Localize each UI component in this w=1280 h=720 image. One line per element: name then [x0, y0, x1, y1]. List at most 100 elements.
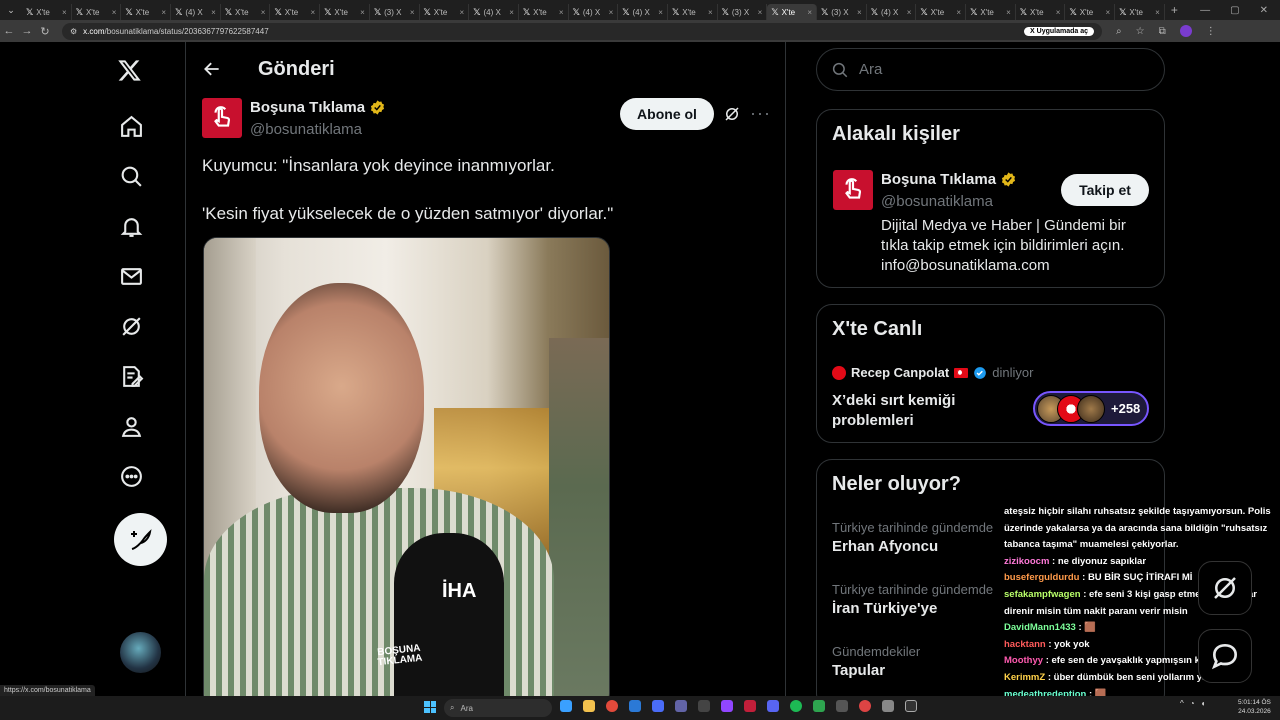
tab-close-icon[interactable]: ×	[857, 8, 862, 17]
forward-nav-icon[interactable]: →	[18, 25, 36, 37]
app-icon[interactable]	[859, 700, 871, 712]
browser-tab[interactable]: 𝕏 X'te ×	[767, 4, 817, 20]
chrome-icon[interactable]	[606, 700, 618, 712]
explore-search-icon[interactable]	[118, 163, 144, 189]
app-icon[interactable]	[836, 700, 848, 712]
url-field[interactable]: ⚙ x.com/bosunatiklama/status/20363677976…	[62, 22, 1102, 40]
profile-avatar[interactable]	[1179, 25, 1192, 37]
subscribe-button[interactable]: Abone ol	[620, 98, 714, 130]
tab-close-icon[interactable]: ×	[559, 8, 564, 17]
extensions-icon[interactable]: ⧉	[1159, 26, 1166, 37]
tab-close-icon[interactable]: ×	[211, 8, 216, 17]
tab-close-icon[interactable]: ×	[807, 8, 812, 17]
tab-close-icon[interactable]: ×	[410, 8, 415, 17]
browser-tab[interactable]: 𝕏 (4) X ×	[569, 4, 619, 20]
copilot-icon[interactable]	[560, 700, 572, 712]
browser-tab[interactable]: 𝕏 (3) X ×	[817, 4, 867, 20]
related-name[interactable]: Boşuna Tıklama	[881, 171, 1017, 188]
site-info-icon[interactable]: ⚙	[70, 27, 77, 36]
browser-tab[interactable]: 𝕏 (4) X ×	[867, 4, 917, 20]
tray-chevron-icon[interactable]: ^	[1180, 699, 1184, 708]
author-handle[interactable]: @bosunatiklama	[250, 121, 362, 138]
account-avatar[interactable]	[120, 632, 161, 673]
close-window-icon[interactable]: ✕	[1260, 5, 1268, 16]
trend-item[interactable]: Türkiye tarihinde gündemde İran Türkiye'…	[832, 582, 993, 617]
tab-close-icon[interactable]: ×	[907, 8, 912, 17]
tab-close-icon[interactable]: ×	[708, 8, 713, 17]
browser-tab[interactable]: 𝕏 X'te ×	[221, 4, 271, 20]
tab-close-icon[interactable]: ×	[1006, 8, 1011, 17]
browser-tab[interactable]: 𝕏 (4) X ×	[171, 4, 221, 20]
tab-close-icon[interactable]: ×	[956, 8, 961, 17]
app-icon[interactable]	[698, 700, 710, 712]
x-logo-icon[interactable]	[116, 57, 142, 83]
tab-close-icon[interactable]: ×	[1155, 8, 1160, 17]
system-clock[interactable]: 5:01:14 ÖS 24.03.2026	[1238, 698, 1271, 716]
browser-tab[interactable]: 𝕏 X'te ×	[420, 4, 470, 20]
browser-tab[interactable]: 𝕏 X'te ×	[916, 4, 967, 20]
browser-menu-icon[interactable]: ⋮	[1206, 26, 1216, 37]
back-nav-icon[interactable]: ←	[0, 25, 18, 37]
tab-close-icon[interactable]: ×	[758, 8, 763, 17]
trend-item[interactable]: Türkiye tarihinde gündemde Erhan Afyoncu	[832, 520, 993, 555]
articles-edit-icon[interactable]	[118, 363, 144, 389]
taskbar-search[interactable]: ⌕ Ara	[444, 699, 552, 717]
windows-start-icon[interactable]	[424, 701, 436, 713]
live-on-x-card[interactable]: X'te Canlı Recep Canpolat dinliyor X’dek…	[816, 304, 1165, 443]
teams-icon[interactable]	[675, 700, 687, 712]
back-arrow-icon[interactable]	[202, 59, 222, 79]
search-input[interactable]: Ara	[816, 48, 1165, 91]
live-listeners[interactable]: +258	[1033, 391, 1149, 426]
volume-icon[interactable]: ◖	[1201, 699, 1206, 708]
author-name[interactable]: Boşuna Tıklama	[250, 99, 386, 116]
tweet-video[interactable]: İHA BOŞUNA TIKLAMA	[203, 237, 610, 696]
home-icon[interactable]	[118, 113, 144, 139]
tab-close-icon[interactable]: ×	[310, 8, 315, 17]
browser-tab[interactable]: 𝕏 X'te ×	[1016, 4, 1066, 20]
edge-icon[interactable]	[652, 700, 664, 712]
tab-close-icon[interactable]: ×	[261, 8, 266, 17]
twitch-icon[interactable]	[721, 700, 733, 712]
tab-close-icon[interactable]: ×	[161, 8, 166, 17]
profile-icon[interactable]	[118, 413, 144, 439]
discord-icon[interactable]	[767, 700, 779, 712]
messages-floating-button[interactable]	[1198, 629, 1252, 683]
tab-close-icon[interactable]: ×	[509, 8, 514, 17]
browser-tab[interactable]: 𝕏 X'te ×	[1065, 4, 1116, 20]
grok-floating-button[interactable]	[1198, 561, 1252, 615]
zoom-icon[interactable]: ⌕	[1116, 26, 1122, 37]
app-icon[interactable]	[744, 700, 756, 712]
author-avatar[interactable]	[202, 98, 242, 138]
tab-close-icon[interactable]: ×	[460, 8, 465, 17]
related-handle[interactable]: @bosunatiklama	[881, 193, 993, 210]
obs-icon[interactable]	[905, 700, 917, 712]
tab-search-icon[interactable]: ⌄	[0, 0, 22, 20]
messages-mail-icon[interactable]	[118, 263, 144, 289]
bookmark-star-icon[interactable]: ☆	[1136, 26, 1145, 37]
app-icon[interactable]	[882, 700, 894, 712]
tab-close-icon[interactable]: ×	[609, 8, 614, 17]
browser-tab[interactable]: 𝕏 X'te ×	[1115, 4, 1165, 20]
browser-tab[interactable]: 𝕏 X'te ×	[519, 4, 569, 20]
app-icon[interactable]	[813, 700, 825, 712]
tab-close-icon[interactable]: ×	[360, 8, 365, 17]
grok-icon[interactable]	[118, 313, 144, 339]
tab-close-icon[interactable]: ×	[658, 8, 663, 17]
maximize-icon[interactable]: ▢	[1230, 5, 1239, 16]
more-options-icon[interactable]	[118, 463, 144, 489]
browser-tab[interactable]: 𝕏 X'te ×	[121, 4, 172, 20]
open-in-app-button[interactable]: X Uygulamada aç	[1024, 26, 1094, 36]
browser-tab[interactable]: 𝕏 X'te ×	[270, 4, 321, 20]
more-options-icon[interactable]: ···	[750, 104, 771, 122]
file-explorer-icon[interactable]	[583, 700, 595, 712]
new-tab-button[interactable]: +	[1165, 3, 1184, 17]
tab-close-icon[interactable]: ×	[112, 8, 117, 17]
notifications-bell-icon[interactable]	[118, 213, 144, 239]
browser-tab[interactable]: 𝕏 X'te ×	[72, 4, 122, 20]
browser-tab[interactable]: 𝕏 (3) X ×	[718, 4, 768, 20]
browser-tab[interactable]: 𝕏 X'te ×	[668, 4, 718, 20]
tab-close-icon[interactable]: ×	[62, 8, 67, 17]
network-icon[interactable]: ◔	[1190, 699, 1195, 708]
browser-tab[interactable]: 𝕏 X'te ×	[22, 4, 72, 20]
compose-post-button[interactable]	[114, 513, 167, 566]
